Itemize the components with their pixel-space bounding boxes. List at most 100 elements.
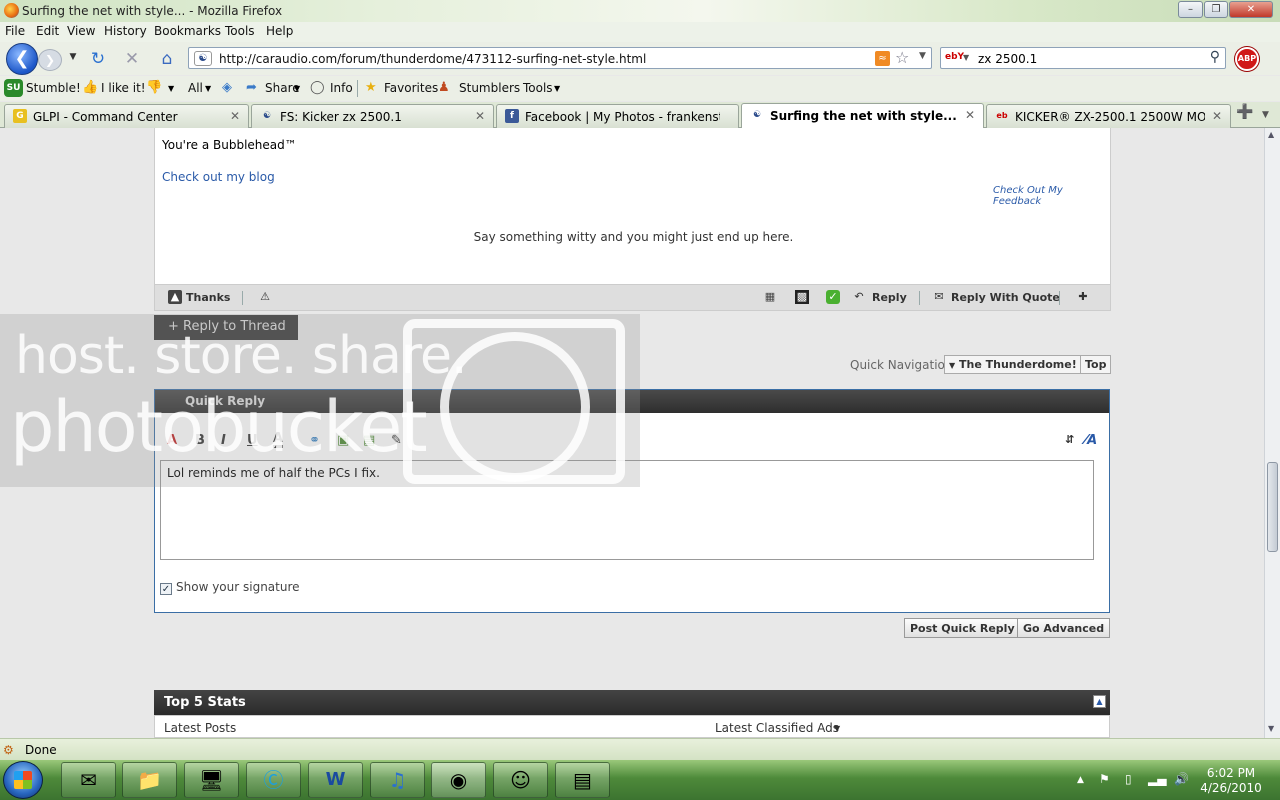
vertical-scrollbar[interactable]: ▲ ▼ bbox=[1264, 128, 1280, 738]
quick-reply-textarea[interactable]: Lol reminds me of half the PCs I fix. bbox=[160, 460, 1094, 560]
network-icon[interactable]: ▂▄ bbox=[1148, 772, 1166, 786]
thanks-icon[interactable]: ▲ bbox=[168, 290, 182, 304]
close-tab-icon[interactable]: ✕ bbox=[965, 108, 975, 122]
top-button[interactable]: Top bbox=[1080, 355, 1112, 374]
share-icon[interactable]: ➦ bbox=[246, 80, 257, 95]
switch-editor-mode-icon[interactable]: ⁄A bbox=[1085, 433, 1097, 448]
close-window-button[interactable]: ✕ bbox=[1229, 1, 1273, 18]
chevron-down-icon[interactable]: ▼ bbox=[168, 84, 174, 93]
quote-bubble-icon[interactable]: ✉ bbox=[932, 290, 946, 304]
resize-editor-icon[interactable]: ⇵ bbox=[1065, 433, 1074, 446]
chevron-down-icon[interactable]: ▼ bbox=[205, 84, 211, 93]
list-all-tabs-icon[interactable]: ▼ bbox=[1262, 110, 1269, 120]
url-text[interactable]: http://caraudio.com/forum/thunderdome/47… bbox=[219, 52, 646, 66]
back-button[interactable]: ❮ bbox=[6, 43, 38, 75]
collapse-icon[interactable]: ▲ bbox=[1093, 695, 1106, 708]
search-engine-icon[interactable]: ebY bbox=[945, 52, 964, 62]
search-engine-dropdown-icon[interactable]: ▼ bbox=[963, 53, 969, 62]
tab-glpi[interactable]: G GLPI - Command Center ✕ bbox=[4, 104, 249, 128]
info-button[interactable]: Info bbox=[330, 81, 353, 95]
device-icon[interactable]: ▯ bbox=[1125, 772, 1132, 786]
tab-kicker-ebay[interactable]: eb KICKER® ZX-2500.1 2500W MONO... ✕ bbox=[986, 104, 1231, 128]
search-bar[interactable]: ebY ▼ zx 2500.1 ⚲ bbox=[940, 47, 1226, 69]
home-icon[interactable]: ⌂ bbox=[156, 49, 178, 69]
stumbleupon-icon[interactable]: SU bbox=[4, 79, 23, 97]
menu-tools[interactable]: Tools bbox=[225, 24, 255, 38]
insert-video-icon[interactable]: ▤ bbox=[363, 433, 375, 448]
report-warning-icon[interactable]: ⚠ bbox=[258, 290, 272, 304]
new-tab-button[interactable]: ➕ bbox=[1234, 104, 1256, 126]
stumblers-button[interactable]: Stumblers bbox=[459, 81, 520, 95]
chevron-down-icon[interactable]: ▼ bbox=[834, 724, 840, 733]
menu-file[interactable]: File bbox=[5, 24, 25, 38]
tools-dropdown[interactable]: Tools bbox=[523, 81, 553, 95]
reply-to-thread-button[interactable]: + Reply to Thread bbox=[154, 315, 298, 340]
reply-with-quote-button[interactable]: Reply With Quote bbox=[951, 291, 1060, 304]
share-green-icon[interactable]: ✓ bbox=[826, 290, 840, 304]
search-input[interactable]: zx 2500.1 bbox=[978, 52, 1037, 66]
bookmark-star-icon[interactable]: ☆ bbox=[895, 48, 909, 67]
editor-text[interactable]: Lol reminds me of half the PCs I fix. bbox=[167, 466, 380, 480]
insert-quote-icon[interactable]: ✎ bbox=[391, 433, 402, 448]
maximize-button[interactable]: ❐ bbox=[1204, 1, 1228, 18]
delicious-icon[interactable]: ▩ bbox=[795, 290, 809, 304]
tag-icon[interactable]: ◈ bbox=[222, 80, 232, 95]
remove-format-icon[interactable]: A bbox=[167, 433, 177, 448]
favorites-button[interactable]: Favorites bbox=[384, 81, 438, 95]
reload-icon[interactable]: ↻ bbox=[87, 49, 109, 69]
thanks-button[interactable]: Thanks bbox=[186, 291, 230, 304]
menu-bookmarks[interactable]: Bookmarks bbox=[154, 24, 221, 38]
menu-view[interactable]: View bbox=[67, 24, 95, 38]
forward-button[interactable]: ❯ bbox=[38, 49, 62, 71]
latest-classified-ads-tab[interactable]: Latest Classified Ads bbox=[715, 721, 839, 735]
bold-icon[interactable]: B bbox=[195, 433, 205, 448]
chevron-down-icon[interactable]: ▼ bbox=[554, 84, 560, 93]
taskbar-word-icon[interactable]: W bbox=[308, 762, 363, 798]
start-button[interactable] bbox=[3, 761, 43, 799]
taskbar-notes-icon[interactable]: ▤ bbox=[555, 762, 610, 798]
menu-history[interactable]: History bbox=[104, 24, 147, 38]
close-tab-icon[interactable]: ✕ bbox=[1212, 109, 1222, 123]
taskbar-pidgin-icon[interactable]: ☺ bbox=[493, 762, 548, 798]
reply-arrow-icon[interactable]: ↶ bbox=[852, 290, 866, 304]
taskbar-skype-icon[interactable]: Ⓒ bbox=[246, 762, 301, 798]
scroll-up-icon[interactable]: ▲ bbox=[1268, 130, 1274, 139]
taskbar-remote-desktop-icon[interactable]: 🖥 bbox=[184, 762, 239, 798]
taskbar-outlook-icon[interactable]: ✉ bbox=[61, 762, 116, 798]
i-like-it-button[interactable]: I like it! bbox=[101, 81, 146, 95]
insert-link-icon[interactable]: ⚭ bbox=[309, 433, 320, 448]
feedback-link[interactable]: Check Out My Feedback bbox=[993, 185, 1110, 207]
show-signature-checkbox[interactable]: ✓ bbox=[160, 583, 172, 595]
site-identity-icon[interactable]: ☯ bbox=[194, 51, 212, 66]
quick-quote-plus-icon[interactable]: ✚ bbox=[1076, 290, 1090, 304]
post-quick-reply-button[interactable]: Post Quick Reply bbox=[904, 618, 1021, 638]
url-dropdown-icon[interactable]: ▼ bbox=[919, 51, 926, 61]
taskbar-clock[interactable]: 6:02 PM 4/26/2010 bbox=[1198, 766, 1264, 796]
font-color-icon[interactable]: A bbox=[273, 432, 284, 448]
tab-fs-kicker[interactable]: ☯ FS: Kicker zx 2500.1 ✕ bbox=[251, 104, 494, 128]
taskbar-firefox-icon[interactable]: ◉ bbox=[431, 762, 486, 798]
thumbs-up-icon[interactable]: 👍 bbox=[82, 80, 98, 95]
search-icon[interactable]: ⚲ bbox=[1210, 49, 1220, 65]
tab-facebook[interactable]: f Facebook | My Photos - frankenstein bbox=[496, 104, 739, 128]
latest-posts-tab[interactable]: Latest Posts bbox=[164, 721, 236, 735]
star-icon[interactable]: ★ bbox=[365, 80, 377, 95]
adblock-plus-icon[interactable]: ABP bbox=[1235, 47, 1259, 71]
url-bar[interactable]: ☯ http://caraudio.com/forum/thunderdome/… bbox=[188, 47, 932, 69]
italic-icon[interactable]: I bbox=[221, 433, 226, 448]
stumble-button[interactable]: Stumble! bbox=[26, 81, 81, 95]
action-center-icon[interactable]: ⚑ bbox=[1099, 772, 1110, 786]
history-dropdown-icon[interactable]: ▼ bbox=[62, 52, 84, 62]
close-tab-icon[interactable]: ✕ bbox=[475, 109, 485, 123]
scroll-down-icon[interactable]: ▼ bbox=[1268, 724, 1274, 733]
insert-image-icon[interactable]: ▣ bbox=[337, 433, 349, 448]
scrollbar-thumb[interactable] bbox=[1267, 462, 1278, 552]
stop-icon[interactable]: ✕ bbox=[121, 49, 143, 69]
underline-icon[interactable]: U bbox=[247, 433, 258, 448]
show-signature-row[interactable]: ✓ Show your signature bbox=[160, 580, 300, 595]
menu-edit[interactable]: Edit bbox=[36, 24, 59, 38]
all-dropdown[interactable]: All bbox=[188, 81, 203, 95]
reply-button[interactable]: Reply bbox=[872, 291, 907, 304]
info-icon[interactable]: ◯ bbox=[310, 80, 325, 95]
go-advanced-button[interactable]: Go Advanced bbox=[1017, 618, 1111, 638]
